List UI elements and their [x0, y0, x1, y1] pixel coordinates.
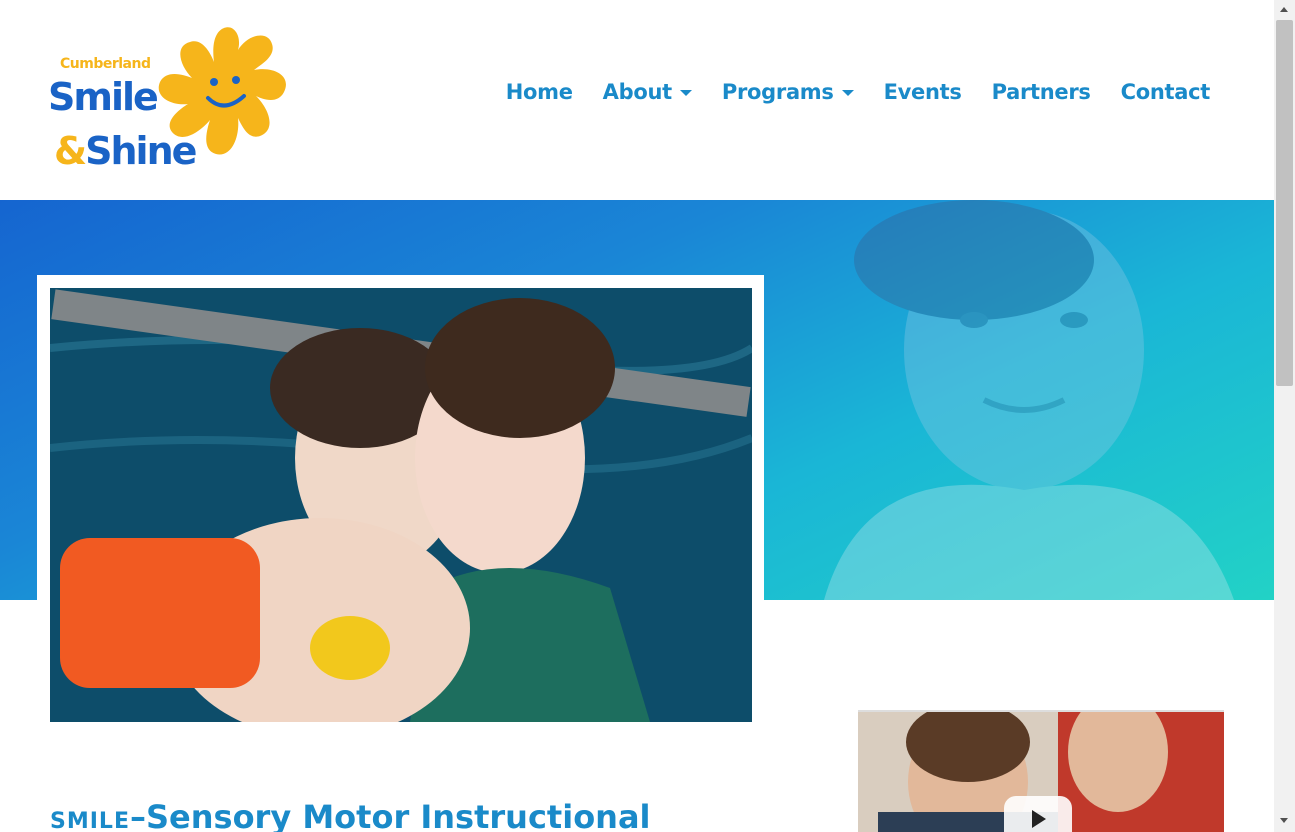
section-heading: SMILE–Sensory Motor Instructional — [50, 798, 651, 832]
nav-events[interactable]: Events — [884, 80, 962, 104]
nav-home-label: Home — [505, 80, 573, 104]
hero-background-child-image — [824, 200, 1234, 600]
logo-text-shine: Shine — [85, 129, 197, 173]
caret-down-icon — [679, 90, 692, 96]
scrollbar-thumb[interactable] — [1276, 20, 1293, 386]
logo-text-smile: Smile — [48, 75, 159, 119]
nav-partners-label: Partners — [991, 80, 1091, 104]
scroll-up-arrow-icon[interactable] — [1280, 7, 1288, 12]
section-dash: – — [129, 798, 146, 832]
main-nav: Home About Programs Events Partners Cont… — [506, 80, 1211, 104]
logo-text-shine-group: &Shine — [54, 129, 197, 173]
featured-photo-pool — [50, 288, 752, 722]
scroll-down-arrow-icon[interactable] — [1280, 818, 1288, 823]
nav-about-label: About — [602, 80, 673, 104]
nav-contact[interactable]: Contact — [1120, 80, 1211, 104]
nav-programs[interactable]: Programs — [722, 80, 854, 104]
logo-ampersand: & — [54, 129, 87, 173]
site-logo[interactable]: Cumberland Smile &Shine — [48, 22, 296, 178]
nav-about[interactable]: About — [603, 80, 692, 104]
nav-programs-label: Programs — [721, 80, 834, 104]
nav-partners[interactable]: Partners — [992, 80, 1091, 104]
nav-events-label: Events — [883, 80, 962, 104]
page: Cumberland Smile &Shine Home About Progr… — [0, 0, 1274, 832]
vertical-scrollbar[interactable] — [1274, 0, 1295, 832]
section-acronym: SMILE — [50, 809, 130, 832]
logo-text-cumberland: Cumberland — [60, 56, 151, 72]
caret-down-icon — [841, 90, 854, 96]
nav-contact-label: Contact — [1120, 80, 1211, 104]
video-thumbnail[interactable] — [858, 710, 1224, 832]
section-title-text: Sensory Motor Instructional — [145, 798, 651, 832]
site-header: Cumberland Smile &Shine Home About Progr… — [0, 0, 1274, 200]
play-icon[interactable] — [1004, 796, 1072, 832]
featured-photo-card — [37, 275, 764, 735]
nav-home[interactable]: Home — [506, 80, 573, 104]
